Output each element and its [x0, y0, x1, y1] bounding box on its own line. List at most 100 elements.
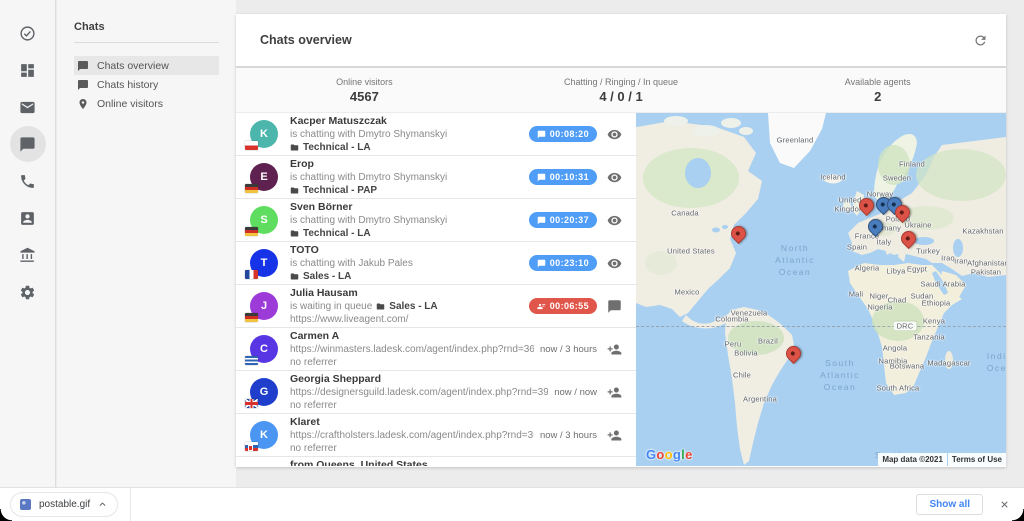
visitor-name: Erop — [290, 158, 523, 171]
chat-status-line: is chatting with Jakub Pales — [290, 257, 523, 270]
eye-action-button[interactable] — [607, 127, 622, 142]
rail-item-contacts[interactable] — [10, 200, 46, 236]
rail-item-chat[interactable] — [10, 126, 46, 162]
rail-item-settings[interactable] — [10, 274, 46, 310]
chat-detail-line: no referrer — [290, 442, 534, 455]
refresh-button[interactable] — [968, 28, 992, 52]
chat-action-button[interactable] — [607, 299, 622, 314]
stats-bar: Online visitors 4567 Chatting / Ringing / … — [236, 68, 1006, 113]
folder-icon — [376, 302, 385, 311]
timer-value: 00:20:37 — [550, 215, 589, 225]
sidebar-item-label: Chats overview — [97, 60, 169, 72]
folder-icon — [290, 143, 299, 152]
flag-slovakia-icon — [245, 442, 258, 451]
chat-detail-line: no referrer — [290, 356, 534, 369]
map-data-label: Map data ©2021 — [878, 453, 947, 466]
timer-badge: 00:06:55 — [529, 298, 597, 314]
avatar: K — [250, 421, 278, 449]
chat-row-partial[interactable]: from Queens, United States — [236, 457, 636, 466]
flag-germany-icon — [245, 313, 258, 322]
sidebar-item-online-visitors[interactable]: Online visitors — [74, 94, 219, 113]
eye-action-button[interactable] — [607, 256, 622, 271]
stat-label: Chatting / Ringing / In queue — [564, 77, 678, 87]
eye-action-button[interactable] — [607, 170, 622, 185]
map-attribution: Map data ©2021 Terms of Use — [877, 453, 1006, 466]
chat-icon — [537, 130, 546, 139]
flag-germany-icon — [245, 184, 258, 193]
person-add-action-button[interactable] — [607, 342, 622, 357]
chat-row[interactable]: EEropis chatting with Dmytro ShymanskyiT… — [236, 156, 636, 199]
person-add-action-button[interactable] — [607, 385, 622, 400]
flag-greece-icon — [245, 356, 258, 365]
google-logo-letter: g — [673, 447, 681, 462]
rail-item-bank[interactable] — [10, 237, 46, 273]
chat-status-line: is chatting with Dmytro Shymanskyi — [290, 171, 523, 184]
flag-poland-icon — [245, 141, 258, 150]
stat-label: Online visitors — [336, 77, 393, 87]
stat-online-visitors: Online visitors 4567 — [236, 68, 493, 112]
timer-badge: 00:23:10 — [529, 255, 597, 271]
sidebar-item-chats-overview[interactable]: Chats overview — [74, 56, 219, 75]
bank-icon — [19, 247, 36, 264]
google-logo[interactable]: Google — [646, 447, 693, 462]
dashboard-icon — [19, 62, 36, 79]
timer-value: 00:06:55 — [550, 301, 589, 311]
flag-uk-icon — [245, 399, 258, 408]
terms-of-use-link[interactable]: Terms of Use — [948, 453, 1006, 466]
google-logo-letter: G — [646, 447, 656, 462]
flag-france-icon — [245, 270, 258, 279]
chat-row[interactable]: CCarmen Ahttps://winmasters.ladesk.com/a… — [236, 328, 636, 371]
chat-icon — [77, 79, 89, 91]
visit-times: now / 3 hours — [540, 344, 597, 355]
chat-row[interactable]: K Klarethttps://craftholsters.ladesk.com/… — [236, 414, 636, 457]
chat-row[interactable]: K Kacper Matuszczakis chatting with Dmytr… — [236, 113, 636, 156]
chat-row[interactable]: TTOTOis chatting with Jakub PalesSales -… — [236, 242, 636, 285]
google-logo-letter: e — [685, 447, 693, 462]
download-bar-divider — [130, 488, 131, 521]
visitor-name: Klaret — [290, 416, 534, 429]
show-all-button[interactable]: Show all — [916, 494, 983, 515]
chat-row[interactable]: GGeorgia Sheppardhttps://designersguild.… — [236, 371, 636, 414]
sidebar-item-label: Chats history — [97, 79, 158, 91]
department-label: Technical - PAP — [303, 184, 377, 197]
avatar: K — [250, 120, 278, 148]
rail-item-dashboard[interactable] — [10, 52, 46, 88]
visitor-name: Julia Hausam — [290, 287, 523, 300]
contacts-icon — [19, 210, 36, 227]
folder-icon — [290, 272, 299, 281]
eye-action-button[interactable] — [607, 213, 622, 228]
visitor-name: Kacper Matuszczak — [290, 115, 523, 128]
department-label: Technical - LA — [303, 141, 371, 154]
visitor-map[interactable]: GreenlandIcelandCanadaUnited StatesMexic… — [636, 113, 1006, 466]
sidebar: Chats Chats overviewChats historyOnline … — [57, 0, 236, 487]
stat-chatting-ringing-in-queue: Chatting / Ringing / In queue4 / 0 / 1 — [493, 68, 750, 112]
department-label: Technical - LA — [303, 227, 371, 240]
stat-value: 4567 — [350, 89, 379, 104]
rail-item-mail[interactable] — [10, 89, 46, 125]
chat-status-line: https://craftholsters.ladesk.com/agent/i… — [290, 429, 534, 442]
chat-detail-line: Technical - LA — [290, 141, 523, 154]
timer-badge: 00:20:37 — [529, 212, 597, 228]
chat-icon — [19, 136, 36, 153]
download-item[interactable]: postable.gif — [10, 492, 118, 517]
sidebar-item-chats-history[interactable]: Chats history — [74, 75, 219, 94]
avatar: J — [250, 292, 278, 320]
timer-value: 00:08:20 — [550, 129, 589, 139]
timer-badge: 00:08:20 — [529, 126, 597, 142]
download-filename: postable.gif — [39, 499, 90, 510]
avatar: S — [250, 206, 278, 234]
chat-row[interactable]: SSven Börneris chatting with Dmytro Shym… — [236, 199, 636, 242]
chat-row[interactable]: JJulia Hausamis waiting in queueSales - … — [236, 285, 636, 328]
person-add-action-button[interactable] — [607, 428, 622, 443]
mail-icon — [19, 99, 36, 116]
timer-value: 00:10:31 — [550, 172, 589, 182]
close-download-bar-icon[interactable] — [999, 499, 1010, 510]
pin-icon — [77, 98, 89, 110]
chat-detail-line: no referrer — [290, 399, 548, 412]
chevron-up-icon[interactable] — [98, 500, 107, 509]
rail-item-check-circle[interactable] — [10, 15, 46, 51]
rail-item-phone[interactable] — [10, 163, 46, 199]
avatar: T — [250, 249, 278, 277]
chat-status-line: is chatting with Dmytro Shymanskyi — [290, 128, 523, 141]
icon-rail — [0, 0, 56, 487]
